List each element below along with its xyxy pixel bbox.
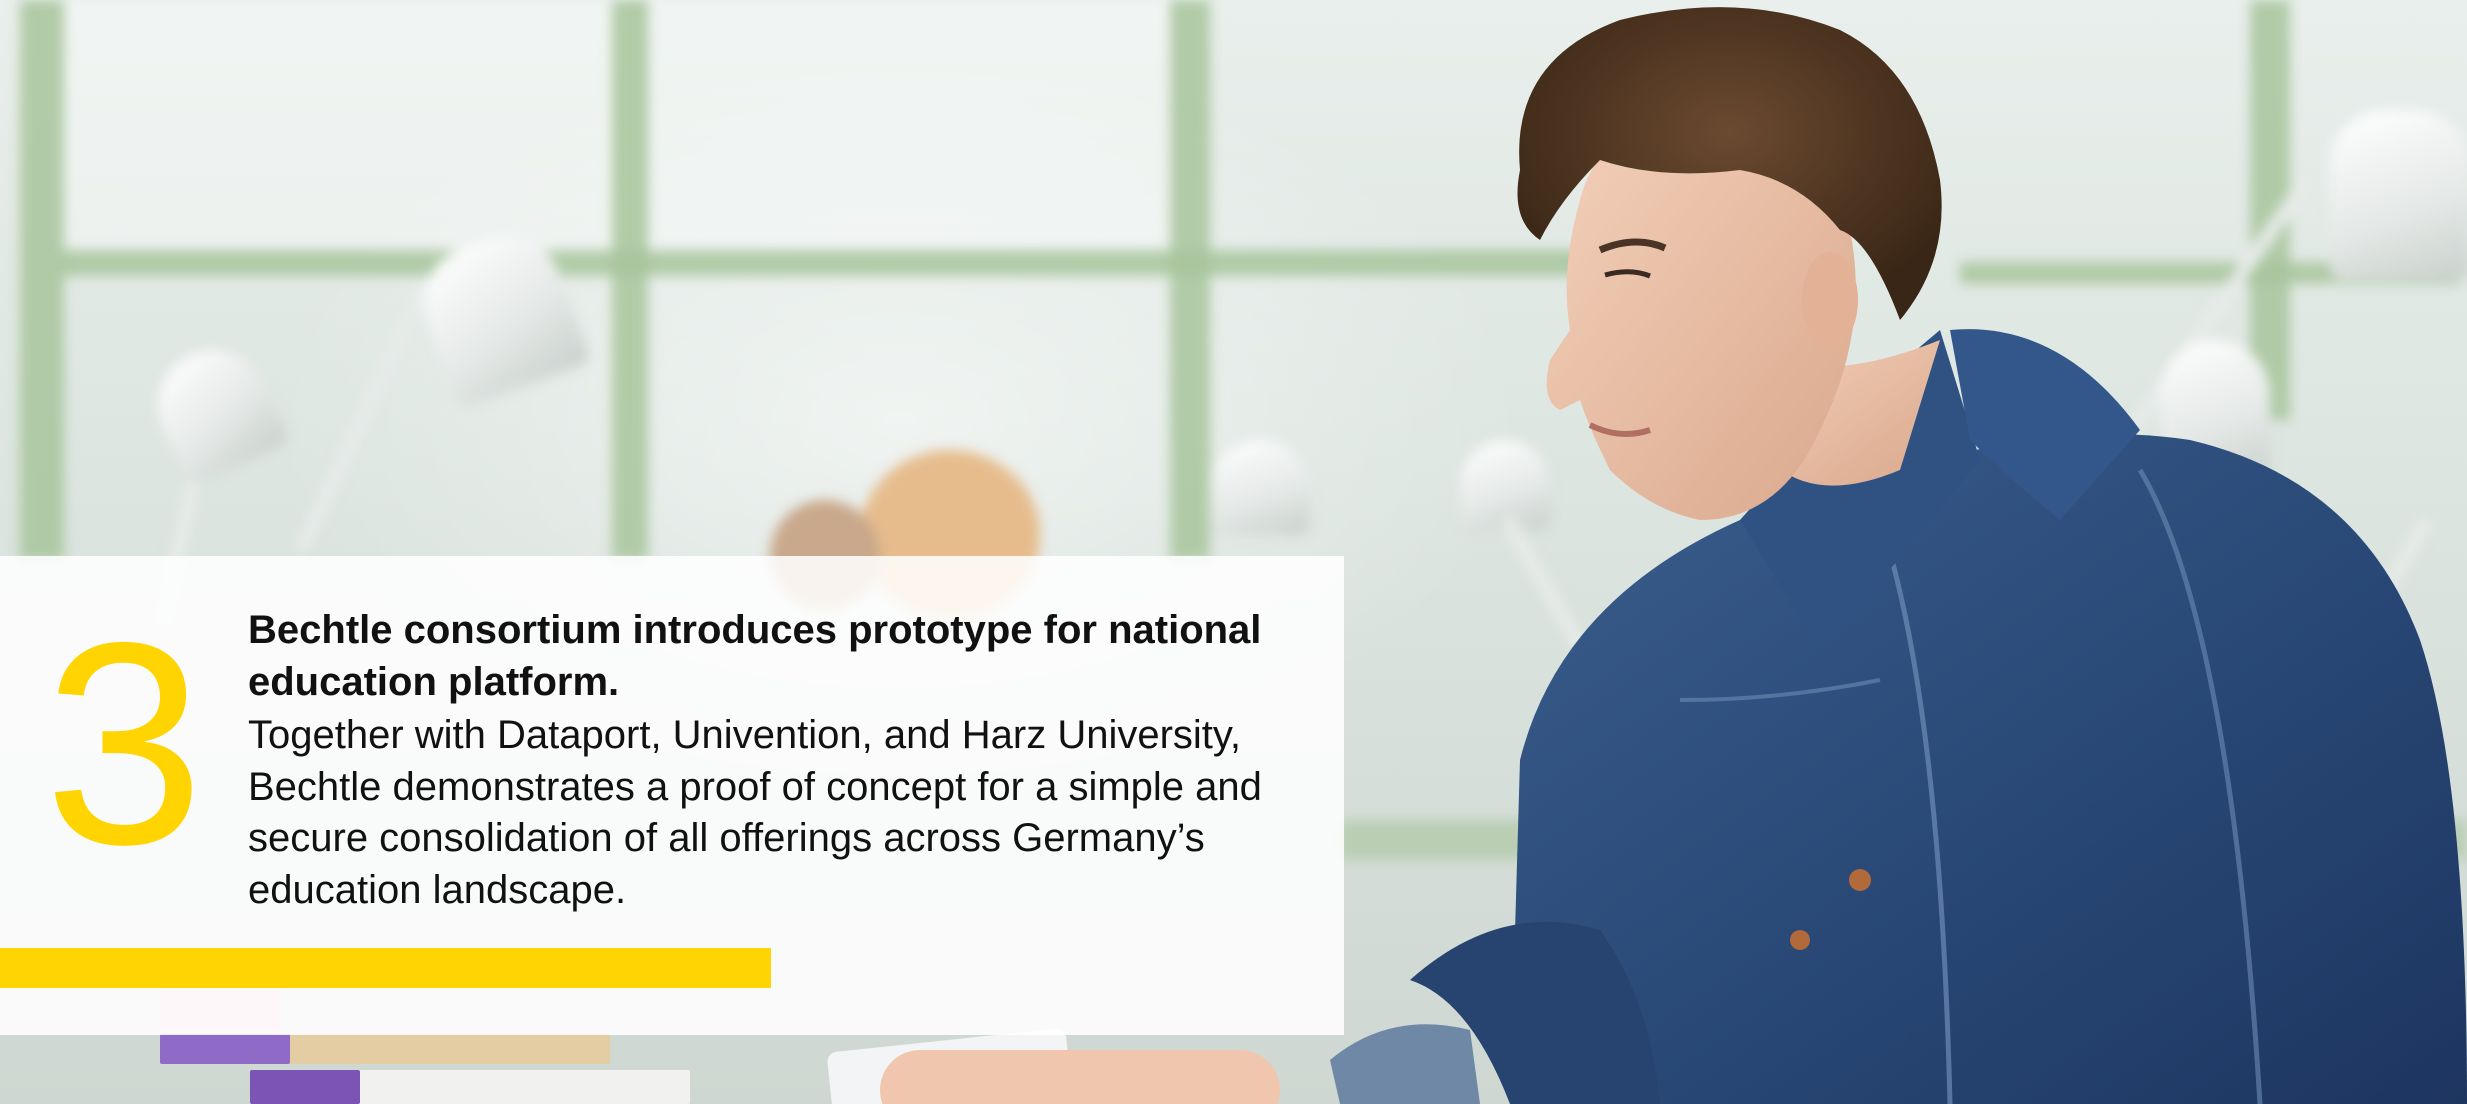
window-frame xyxy=(612,0,648,560)
student-reading-tablet-photo xyxy=(1330,7,2467,1104)
desk-lamp xyxy=(139,332,291,488)
accent-bar xyxy=(0,948,771,988)
news-headline: Bechtle consortium introduces prototype … xyxy=(248,608,1262,704)
news-body: Together with Dataport, Univention, and … xyxy=(248,713,1262,912)
hand xyxy=(880,1050,1280,1104)
window-frame xyxy=(20,0,64,560)
slide-number: 3 xyxy=(44,583,205,905)
